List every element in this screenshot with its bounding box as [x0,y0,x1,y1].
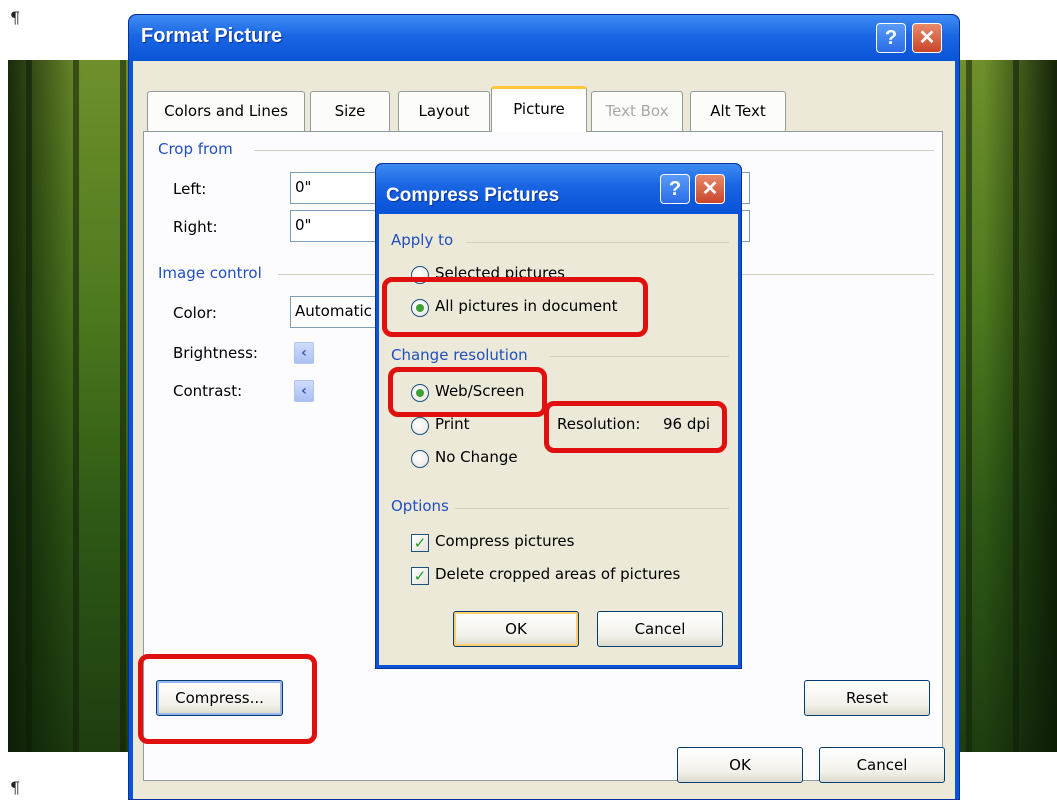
selected-pictures-radio[interactable] [411,266,429,284]
tab-size[interactable]: Size [310,91,390,131]
change-resolution-label: Change resolution [391,346,528,364]
paragraph-mark-bottom: ¶ [10,778,21,797]
close-button[interactable]: ✕ [912,23,942,53]
delete-cropped-checkbox-label[interactable]: Delete cropped areas of pictures [435,565,680,583]
cp-close-button[interactable]: ✕ [695,174,725,204]
help-button[interactable]: ? [876,23,906,53]
delete-cropped-checkbox[interactable]: ✓ [411,567,429,585]
compress-button[interactable]: Compress... [156,680,283,716]
compress-pictures-title: Compress Pictures [386,185,560,206]
paragraph-mark-top: ¶ [10,8,21,27]
cp-ok-button[interactable]: OK [453,611,579,647]
no-change-radio[interactable] [411,450,429,468]
apply-to-label: Apply to [391,231,454,249]
format-picture-cancel-button[interactable]: Cancel [819,747,945,783]
contrast-label: Contrast: [173,382,243,400]
crop-from-label: Crop from [158,140,233,158]
crop-left-label: Left: [173,180,207,198]
format-picture-titlebar[interactable]: Format Picture ? ✕ [129,15,959,61]
crop-right-label: Right: [173,218,218,236]
compress-pictures-checkbox[interactable]: ✓ [411,534,429,552]
web-screen-radio[interactable] [411,384,429,402]
no-change-label[interactable]: No Change [435,448,518,466]
tab-colors-and-lines[interactable]: Colors and Lines [147,91,305,131]
resolution-value: 96 dpi [663,415,711,433]
compress-pictures-titlebar[interactable]: Compress Pictures ? ✕ [376,164,741,210]
compress-pictures-dialog: Compress Pictures ? ✕ Apply to Selected … [375,163,742,669]
change-resolution-divider [549,356,729,357]
contrast-left-arrow-icon[interactable]: ‹ [294,380,314,402]
compress-pictures-checkbox-label[interactable]: Compress pictures [435,532,574,550]
tab-picture[interactable]: Picture [491,86,587,132]
print-label[interactable]: Print [435,415,470,433]
web-screen-label[interactable]: Web/Screen [435,382,524,400]
format-picture-title: Format Picture [141,25,283,47]
color-label: Color: [173,304,217,322]
apply-to-divider [467,242,729,243]
resolution-label: Resolution: [557,415,641,433]
options-divider [455,508,729,509]
options-label: Options [391,497,449,515]
format-picture-ok-button[interactable]: OK [677,747,803,783]
cp-cancel-button[interactable]: Cancel [597,611,723,647]
all-pictures-label[interactable]: All pictures in document [435,297,617,315]
tab-layout[interactable]: Layout [398,91,490,131]
image-control-label: Image control [158,264,262,282]
selected-pictures-label[interactable]: Selected pictures [435,264,565,282]
brightness-left-arrow-icon[interactable]: ‹ [294,342,314,364]
crop-from-divider [254,150,934,151]
tab-text-box: Text Box [591,91,683,131]
print-radio[interactable] [411,417,429,435]
compress-pictures-body: Apply to Selected pictures All pictures … [379,214,738,665]
cp-help-button[interactable]: ? [660,174,690,204]
reset-button[interactable]: Reset [804,680,930,716]
all-pictures-radio[interactable] [411,299,429,317]
tab-alt-text[interactable]: Alt Text [690,91,786,131]
brightness-label: Brightness: [173,344,258,362]
